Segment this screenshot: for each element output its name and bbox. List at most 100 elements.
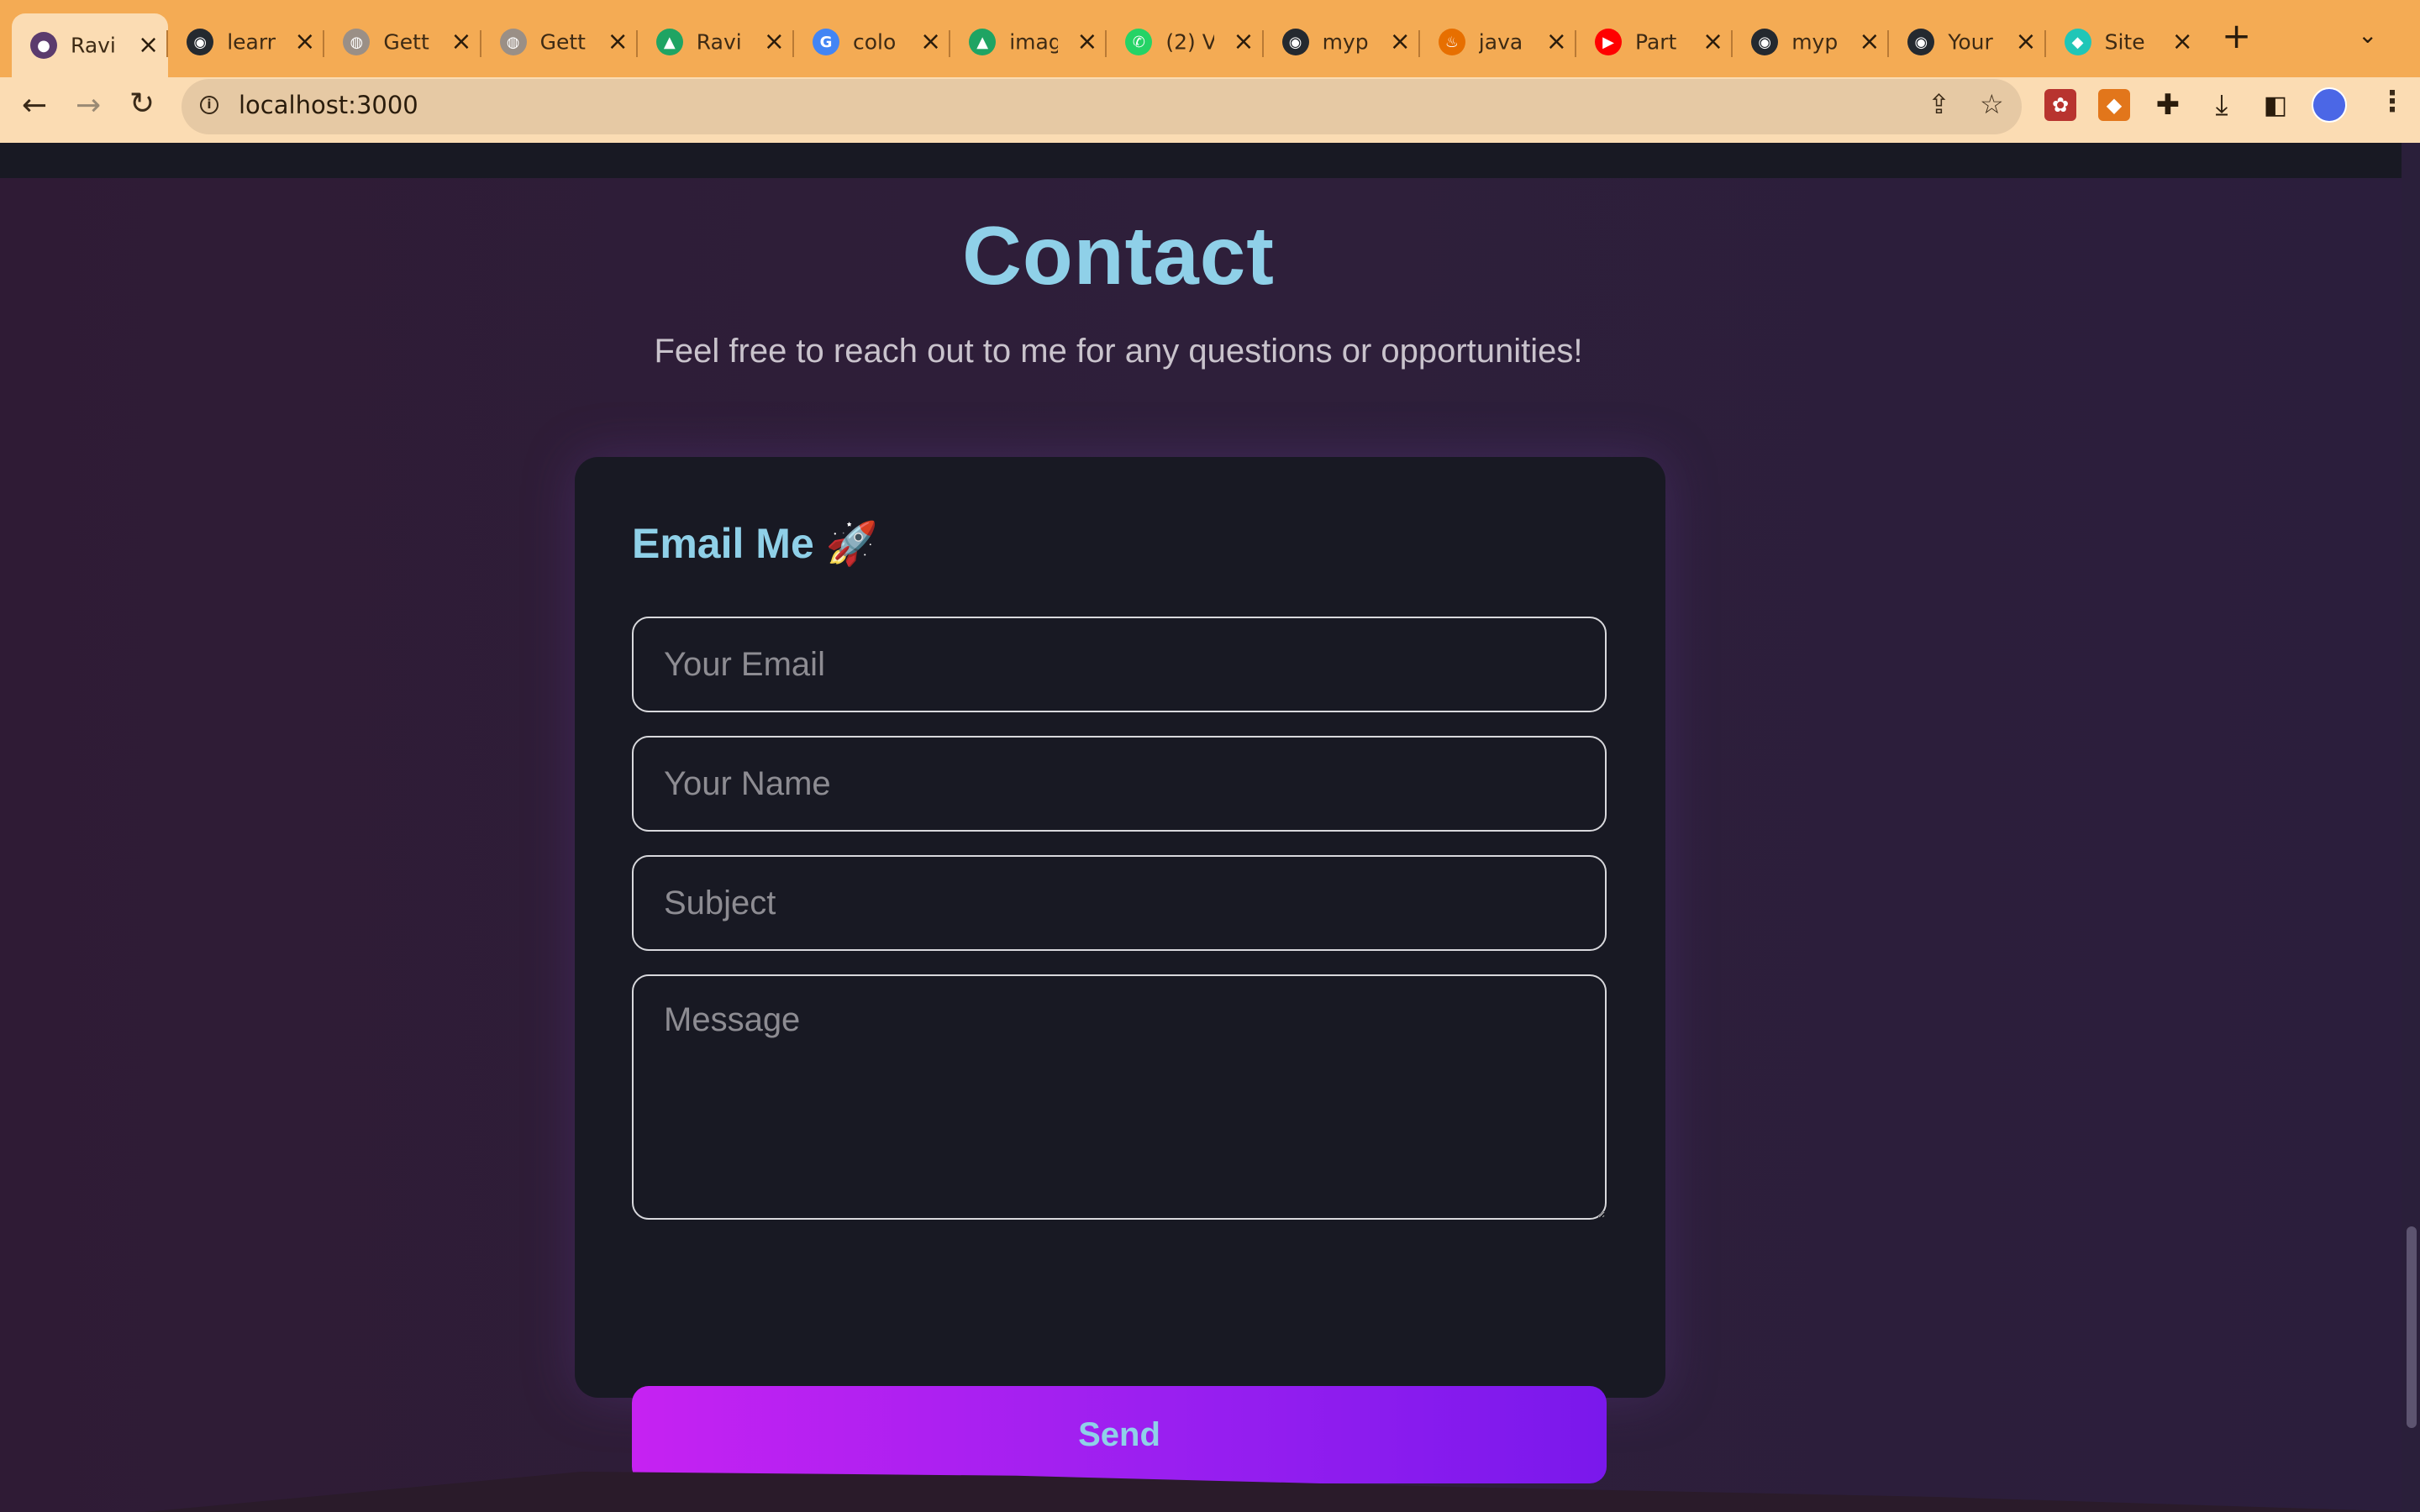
browser-tab[interactable]: ◉ learn × [168,15,324,69]
browser-tab[interactable]: ♨ java × [1420,15,1576,69]
site-navbar [0,143,2420,178]
tab-separator [166,30,169,57]
netlify-icon: ◆ [2064,29,2091,55]
tab-label: java [1478,29,1523,55]
browser-tab[interactable]: ◉ Your × [1889,15,2045,69]
tab-separator [1731,30,1733,57]
subject-input[interactable] [632,855,1607,951]
browser-tab[interactable]: ▲ imag × [950,15,1107,69]
globe-icon: ◍ [343,29,371,55]
tab-close-icon[interactable]: × [2172,29,2193,55]
tab-separator [1105,30,1107,57]
site-info-icon[interactable]: i [200,96,218,114]
tab-separator [1261,30,1264,57]
address-bar[interactable]: i localhost:3000 ⇪ ☆ [182,79,2022,134]
reload-button[interactable]: ↻ [129,89,155,119]
tab-close-icon[interactable]: × [450,29,471,55]
name-input[interactable] [632,736,1607,832]
tab-separator [323,30,325,57]
tab-close-icon[interactable]: × [1546,29,1567,55]
whatsapp-icon: ✆ [1125,29,1153,55]
tab-label: myp [1322,29,1369,55]
browser-tab[interactable]: ● Ravi × [12,13,168,77]
globe-icon: ◍ [499,29,527,55]
tab-close-icon[interactable]: × [608,29,629,55]
tab-close-icon[interactable]: × [1233,29,1254,55]
browser-tab[interactable]: ◍ Gett × [481,15,638,69]
back-button[interactable]: ← [22,91,47,121]
github-icon: ◉ [1907,29,1935,55]
tab-separator [2044,30,2046,57]
browser-menu-icon[interactable]: ⋮ [2378,87,2407,116]
send-button[interactable]: Send [632,1386,1607,1483]
email-input[interactable] [632,617,1607,712]
tab-close-icon[interactable]: × [920,29,941,55]
tab-label: imag [1009,29,1059,55]
tab-close-icon[interactable]: × [1702,29,1723,55]
tab-label: Your [1948,29,1993,55]
sidebar-icon[interactable]: ◧ [2260,89,2291,121]
tab-separator [479,30,481,57]
profile-photo-icon: ● [30,32,57,59]
browser-tab[interactable]: Gcolo × [794,15,950,69]
tab-separator [1575,30,1576,57]
tab-label: myp [1791,29,1839,55]
tab-close-icon[interactable]: × [294,29,315,55]
tab-separator [1418,30,1420,57]
tab-close-icon[interactable]: × [1076,29,1097,55]
browser-tab[interactable]: ✆ (2) V × [1107,15,1263,69]
java-icon: ♨ [1438,29,1465,55]
tab-label: Ravi [696,29,742,55]
tab-close-icon[interactable]: × [1859,29,1880,55]
tab-separator [635,30,638,57]
page-subtitle: Feel free to reach out to me for any que… [654,333,1583,370]
google-drive-icon: ▲ [655,29,683,55]
form-heading: Email Me 🚀 [632,520,878,567]
download-icon[interactable]: ⤓ [2206,88,2238,122]
tab-label: Gett [539,29,586,55]
tab-close-icon[interactable]: × [138,33,159,58]
bookmark-star-icon[interactable]: ☆ [1980,91,2004,118]
tab-close-icon[interactable]: × [2015,29,2036,55]
metamask-icon[interactable]: ◆ [2098,89,2130,121]
tab-label: learn [227,29,276,55]
forward-button[interactable]: → [76,91,101,121]
tab-label: Ravi [71,33,116,58]
page-viewport: Contact Feel free to reach out to me for… [0,143,2420,1512]
page-title: Contact [962,209,1275,302]
google-icon: G [813,29,839,55]
tab-label: Part [1635,29,1677,55]
tab-bar: ● Ravi × ◉ learn × ◍ Gett × ◍ Gett × ▲ Ravi × Gcolo × ▲ im… [0,0,2420,77]
tab-label: Site [2104,29,2145,55]
new-tab-button[interactable]: + [2222,18,2251,54]
github-icon: ◉ [187,29,214,55]
github-icon: ◉ [1281,29,1309,55]
browser-tab[interactable]: ◆ Site × [2046,15,2202,69]
browser-tab[interactable]: ◉ myp × [1264,15,1420,69]
browser-tab[interactable]: ◍ Gett × [324,15,481,69]
tab-close-icon[interactable]: × [764,29,785,55]
github-icon: ◉ [1751,29,1779,55]
tab-label: colo [853,29,897,55]
url-text[interactable]: localhost:3000 [239,91,418,119]
browser-tab[interactable]: ◉ myp × [1733,15,1889,69]
tab-separator [949,30,951,57]
share-icon[interactable]: ⇪ [1928,91,1950,118]
browser-tab[interactable]: ▶ Part × [1576,15,1733,69]
browser-tab[interactable]: ▲ Ravi × [638,15,794,69]
scrollbar[interactable] [2402,143,2420,1512]
tab-search-button[interactable]: ⌄ [2358,24,2377,47]
tab-separator [792,30,794,57]
tab-close-icon[interactable]: × [1390,29,1411,55]
youtube-icon: ▶ [1595,29,1622,55]
message-textarea[interactable] [632,974,1607,1220]
tab-label: Gett [383,29,429,55]
profile-avatar[interactable] [2312,87,2347,123]
google-drive-icon: ▲ [969,29,997,55]
contact-form-card: Email Me 🚀 Send [575,457,1665,1483]
puzzle-icon[interactable]: ✚ [2152,88,2184,122]
tab-separator [1887,30,1890,57]
tab-label: (2) V [1165,29,1215,55]
extension-icon[interactable]: ✿ [2044,89,2076,121]
scrollbar-thumb[interactable] [2407,1226,2417,1428]
